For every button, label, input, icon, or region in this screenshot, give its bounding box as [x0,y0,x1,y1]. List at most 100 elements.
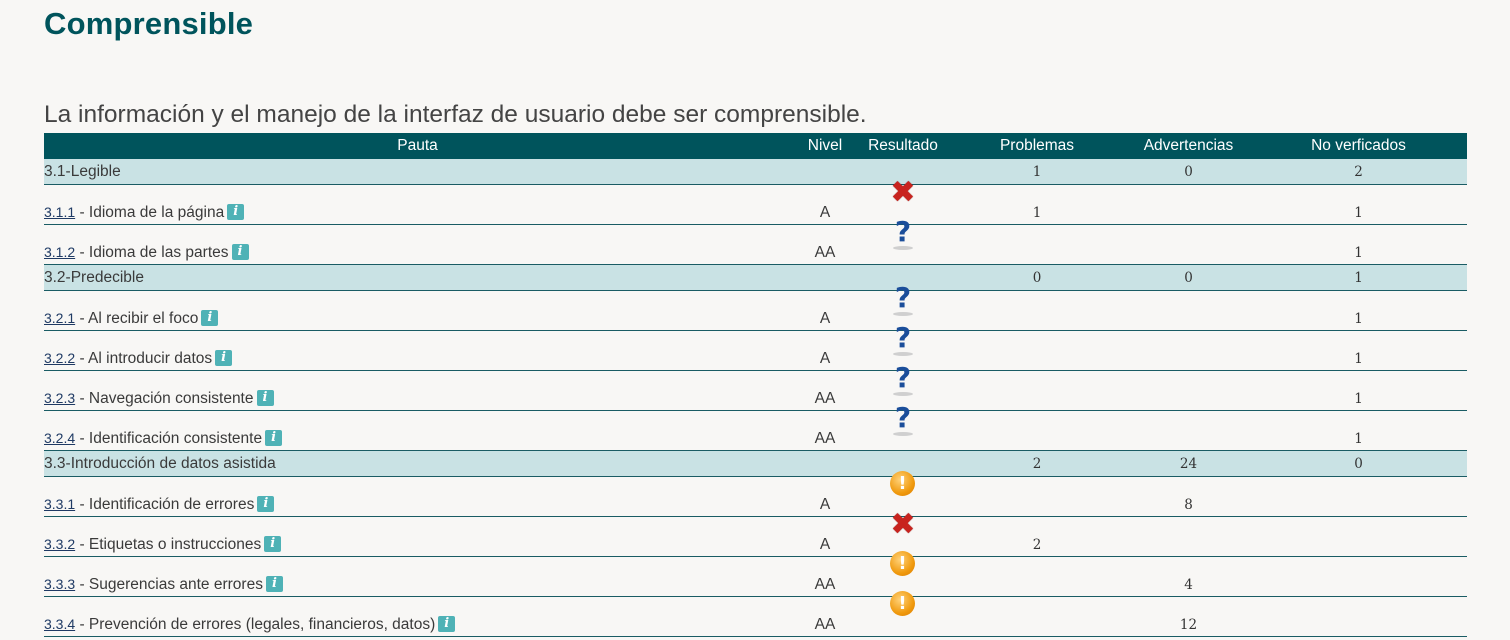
problemas-cell-value: 1 [1032,205,1042,221]
guidelines-table: Pauta Nivel Resultado Problemas Adverten… [44,133,1467,637]
no-verificados-cell [1250,596,1467,637]
guideline-code-link[interactable]: 3.3.4 [44,616,75,632]
info-icon[interactable]: i [265,430,283,446]
info-icon[interactable]: i [264,536,282,552]
group-problemas: 2 [947,450,1127,477]
guideline-label: - Prevención de errores (legales, financ… [75,616,436,633]
not-verified-icon: ? [888,321,918,356]
info-icon[interactable]: i [215,350,233,366]
advertencias-cell [1127,516,1250,557]
guideline-code-link[interactable]: 3.3.2 [44,536,75,552]
guideline-cell: 3.2.1 - Al recibir el foco i [44,290,791,331]
guideline-code-link[interactable]: 3.2.1 [44,310,75,326]
table-body: 3.1-Legible 1 0 2 3.1.1 - Idioma de la págin… [44,159,1467,637]
fail-icon-glyph: ✖ [890,175,916,210]
warning-icon: ! [888,471,918,501]
info-icon[interactable]: i [201,310,219,326]
group-row: 3.2-Predecible 0 0 1 [44,264,1467,291]
problemas-cell-value: 2 [1032,537,1042,553]
problemas-cell [947,224,1127,265]
no-verificados-cell-value: 1 [1354,311,1363,327]
guideline-code-link[interactable]: 3.2.4 [44,430,75,446]
group-row: 3.3-Introducción de datos asistida 2 24 0 [44,450,1467,477]
guideline-cell: 3.3.3 - Sugerencias ante errores i [44,556,791,597]
not-verified-icon: ? [888,281,918,316]
table-header-row: Pauta Nivel Resultado Problemas Adverten… [44,133,1467,159]
resultado-cell: ! [859,591,947,637]
warning-icon: ! [888,591,918,621]
group-no-verificados-value: 0 [1354,455,1363,472]
not-verified-icon-glyph: ? [894,281,912,314]
table-row: 3.2.1 - Al recibir el foco i A? 1 [44,283,1467,331]
table-row: 3.1.2 - Idioma de las partes i AA? 1 [44,217,1467,265]
header-pauta: Pauta [44,133,791,159]
group-label: 3.3-Introducción de datos asistida [44,450,791,477]
guideline-label: - Idioma de la página [75,204,225,221]
group-advertencias-value: 24 [1179,455,1198,472]
not-verified-icon-glyph: ? [894,361,912,394]
guideline-code-link[interactable]: 3.2.3 [44,390,75,406]
problemas-cell [947,370,1127,411]
info-icon[interactable]: i [265,576,283,592]
table-row: 3.2.4 - Identificación consistente i AA? 1 [44,403,1467,451]
group-no-verificados-value: 2 [1354,163,1363,180]
info-icon[interactable]: i [227,204,245,220]
advertencias-cell [1127,224,1250,265]
group-advertencias: 24 [1127,450,1250,477]
group-advertencias: 0 [1127,159,1250,185]
not-verified-icon-glyph: ? [894,401,912,434]
nivel-cell: A [791,290,859,331]
info-icon[interactable]: i [256,390,274,406]
guideline-label: - Idioma de las partes [75,244,229,261]
guideline-code-link[interactable]: 3.3.3 [44,576,75,592]
guideline-cell: 3.2.3 - Navegación consistente i [44,370,791,411]
group-no-verificados: 0 [1250,450,1467,477]
guideline-code-link[interactable]: 3.1.2 [44,244,75,260]
nivel-cell: A [791,516,859,557]
group-advertencias-value: 0 [1184,163,1193,180]
group-problemas: 1 [947,159,1127,185]
header-resultado: Resultado [859,133,947,159]
group-no-verificados: 1 [1250,264,1467,291]
group-no-verificados-value: 1 [1354,269,1363,286]
group-label: 3.2-Predecible [44,264,791,291]
warning-icon-glyph: ! [890,551,915,576]
no-verificados-cell: 1 [1250,224,1467,265]
problemas-cell [947,410,1127,451]
guideline-cell: 3.3.4 - Prevención de errores (legales, … [44,596,791,637]
guideline-label: - Al introducir datos [75,350,213,367]
warning-icon: ! [888,551,918,581]
problemas-cell: 1 [947,184,1127,225]
fail-icon: ✖ [888,510,918,541]
no-verificados-cell: 1 [1250,330,1467,371]
nivel-cell: AA [791,370,859,411]
info-icon[interactable]: i [257,496,275,512]
no-verificados-cell: 1 [1250,290,1467,331]
advertencias-cell [1127,290,1250,331]
no-verificados-cell: 1 [1250,184,1467,225]
table-row: 3.2.3 - Navegación consistente i AA? 1 [44,363,1467,411]
group-nivel [791,450,859,477]
table-row: 3.3.4 - Prevención de errores (legales, … [44,591,1467,637]
no-verificados-cell: 1 [1250,410,1467,451]
guideline-cell: 3.3.2 - Etiquetas o instrucciones i [44,516,791,557]
resultado-cell: ? [859,403,947,451]
no-verificados-cell-value: 1 [1354,431,1363,447]
no-verificados-cell-value: 1 [1354,391,1363,407]
table-row: 3.3.2 - Etiquetas o instrucciones i A ✖ 2 [44,510,1467,557]
not-verified-icon-glyph: ? [894,321,912,354]
guideline-code-link[interactable]: 3.2.2 [44,350,75,366]
group-problemas: 0 [947,264,1127,291]
info-icon[interactable]: i [438,616,456,632]
group-no-verificados: 2 [1250,159,1467,185]
header-problemas: Problemas [947,133,1127,159]
guideline-code-link[interactable]: 3.1.1 [44,204,75,220]
group-advertencias: 0 [1127,264,1250,291]
no-verificados-cell-value: 1 [1354,351,1363,367]
advertencias-cell: 8 [1127,476,1250,517]
info-icon[interactable]: i [231,244,249,260]
guideline-code-link[interactable]: 3.3.1 [44,496,75,512]
not-verified-icon: ? [888,217,918,250]
advertencias-cell [1127,410,1250,451]
resultado-cell: ? [859,217,947,265]
